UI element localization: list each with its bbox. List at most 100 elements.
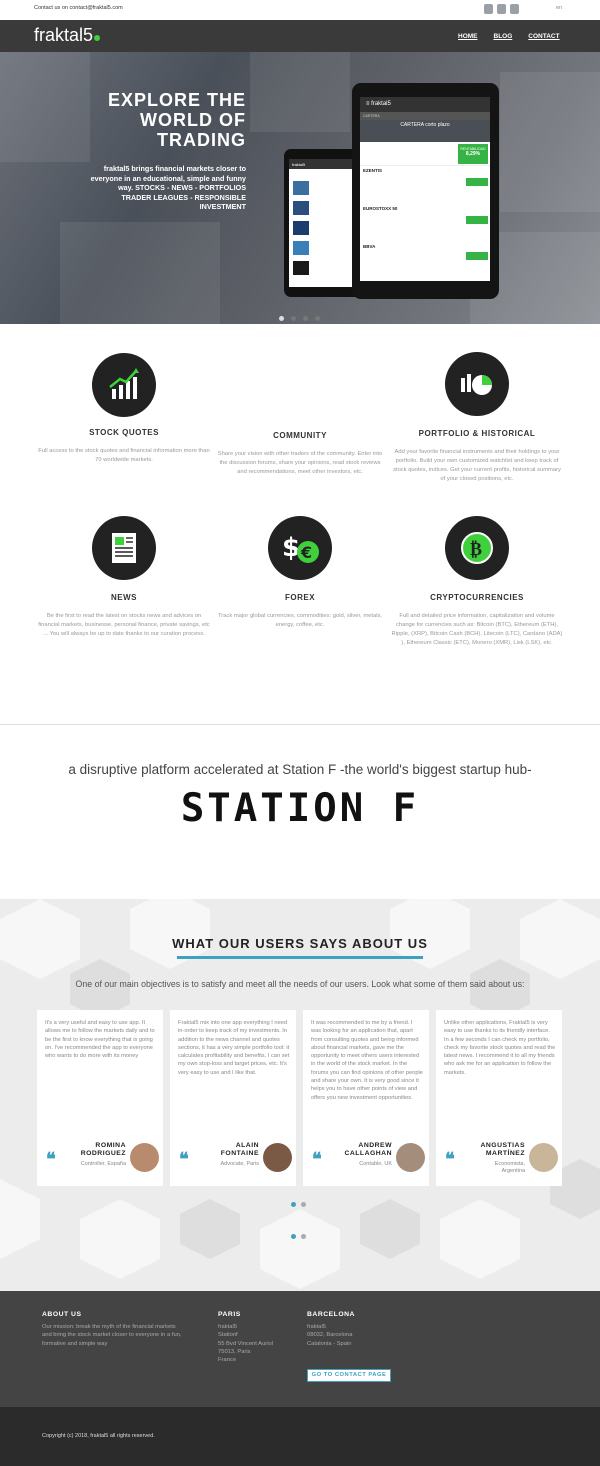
language-selector[interactable]: en bbox=[556, 5, 562, 11]
tablet-row: EUROSTOXX 50 bbox=[360, 204, 490, 242]
carousel-dot[interactable] bbox=[291, 1234, 296, 1239]
feature-text: Full and detailed price information, cap… bbox=[391, 613, 563, 646]
hero-bg-tile bbox=[60, 222, 220, 324]
feature-forex: $ € FOREX Track major global currencies, … bbox=[210, 516, 390, 630]
testimonial-text: Fraktal5 mix into one app everything I n… bbox=[178, 1020, 290, 1076]
copyright-bar: Copyright (c) 2018, fraktal5 all rights … bbox=[0, 1407, 600, 1466]
currency-dollar-euro-icon: $ € bbox=[268, 516, 332, 580]
tablet-portfolio-title: CARTERA corto plazo bbox=[360, 120, 490, 142]
testimonial-card: It was recommended to me by a friend. I … bbox=[303, 1010, 429, 1186]
social-links bbox=[484, 4, 519, 14]
feature-title: NEWS bbox=[111, 593, 137, 602]
site-footer: ABOUT US Our mission: break the myth of … bbox=[0, 1291, 600, 1407]
carousel-dot[interactable] bbox=[291, 1202, 296, 1207]
testimonial-location: Controller, España bbox=[80, 1161, 126, 1167]
feature-title: CRYPTOCURRENCIES bbox=[430, 593, 524, 602]
avatar bbox=[529, 1143, 558, 1172]
logo-dot-icon bbox=[94, 35, 101, 41]
tablet-tabs: CARTERA bbox=[360, 112, 490, 120]
footer-paris-address: fraktal5 Stationf 55 Bvd Vincent Auriol 750… bbox=[218, 1324, 273, 1364]
hero-description: fraktal5 brings financial markets closer… bbox=[90, 164, 246, 211]
testimonial-carousel-dots bbox=[291, 1202, 306, 1207]
testimonial-author: ANGUSTIAS MARTÍNEZ bbox=[480, 1142, 525, 1157]
newspaper-icon bbox=[92, 516, 156, 580]
top-contact-bar: Contact us on contact@fraktal5.com en bbox=[0, 0, 600, 20]
carousel-dot[interactable] bbox=[301, 1234, 306, 1239]
feature-text: Add your favorite financial instruments … bbox=[393, 449, 561, 482]
footer-barcelona-address: fraktal5 08032, Barcelona Catalonia - Spai… bbox=[307, 1324, 353, 1347]
community-icon bbox=[268, 352, 332, 416]
testimonials-section: WHAT OUR USERS SAYS ABOUT US One of our … bbox=[0, 899, 600, 1291]
carousel-dot[interactable] bbox=[315, 316, 320, 321]
feature-text: Track major global currencies, commoditi… bbox=[217, 613, 383, 628]
testimonial-location: Economista, Argentina bbox=[494, 1161, 525, 1174]
section-divider bbox=[0, 724, 600, 725]
feature-text: Share your vision with other traders of … bbox=[217, 451, 383, 475]
nav-blog-link[interactable]: BLOG bbox=[494, 33, 513, 40]
feature-stock-quotes: STOCK QUOTES Full access to the stock qu… bbox=[34, 353, 214, 465]
title-underline bbox=[177, 956, 423, 959]
feature-news: NEWS Be the first to read the latest on … bbox=[34, 516, 214, 639]
svg-text:$: $ bbox=[282, 533, 300, 563]
hero-bg-tile bbox=[500, 72, 600, 212]
feature-title: STOCK QUOTES bbox=[89, 428, 159, 437]
feature-community: COMMUNITY Share your vision with other t… bbox=[210, 352, 390, 477]
hero-carousel-dots bbox=[279, 316, 320, 321]
svg-text:₿: ₿ bbox=[470, 539, 482, 560]
footer-paris-title: PARIS bbox=[218, 1311, 241, 1318]
profit-badge: RENTABILIDAD 8,29% bbox=[458, 144, 488, 164]
hero-bg-tile bbox=[0, 52, 90, 162]
copyright-text: Copyright (c) 2018, fraktal5 all rights … bbox=[42, 1433, 155, 1439]
contact-email-text[interactable]: Contact us on contact@fraktal5.com bbox=[34, 5, 123, 11]
carousel-dot[interactable] bbox=[291, 316, 296, 321]
testimonial-card: It's a very useful and easy to use app. … bbox=[37, 1010, 163, 1186]
footer-about-text: Our mission: break the myth of the finan… bbox=[42, 1324, 182, 1347]
feature-text: Full access to the stock quotes and fina… bbox=[38, 448, 210, 463]
footer-barcelona-title: BARCELONA bbox=[307, 1311, 355, 1318]
hero-banner: EXPLORE THE WORLD OF TRADING fraktal5 br… bbox=[0, 52, 600, 324]
hero-title: EXPLORE THE WORLD OF TRADING bbox=[107, 90, 246, 150]
contact-page-button[interactable]: GO TO CONTACT PAGE bbox=[307, 1369, 391, 1382]
avatar bbox=[263, 1143, 292, 1172]
testimonials-intro: One of our main objectives is to satisfy… bbox=[75, 979, 525, 989]
feature-title: COMMUNITY bbox=[273, 431, 327, 440]
nav-contact-link[interactable]: CONTACT bbox=[528, 33, 559, 40]
main-navbar: fraktal5 HOME BLOG CONTACT bbox=[0, 20, 600, 52]
testimonial-text: It was recommended to me by a friend. I … bbox=[311, 1020, 423, 1101]
feature-portfolio-historical: PORTFOLIO & HISTORICAL Add your favorite… bbox=[387, 352, 567, 484]
carousel-dot[interactable] bbox=[301, 1202, 306, 1207]
testimonial-text: It's a very useful and easy to use app. … bbox=[45, 1020, 155, 1060]
testimonials-title: WHAT OUR USERS SAYS ABOUT US bbox=[172, 936, 428, 951]
testimonial-author: ROMINA RODRIGUEZ bbox=[80, 1142, 126, 1157]
feature-title: FOREX bbox=[284, 593, 316, 602]
station-f-tagline: a disruptive platform accelerated at Sta… bbox=[68, 762, 532, 777]
brand-logo[interactable]: fraktal5 bbox=[34, 25, 101, 46]
twitter-icon[interactable] bbox=[497, 4, 506, 14]
avatar bbox=[130, 1143, 159, 1172]
tablet-row: BBVA bbox=[360, 242, 490, 272]
mail-icon[interactable] bbox=[510, 4, 519, 14]
testimonial-text: Unlike other applications, Fraktal5 is v… bbox=[444, 1020, 556, 1076]
chart-growth-icon bbox=[92, 353, 156, 417]
feature-cryptocurrencies: ₿ CRYPTOCURRENCIES Full and detailed pri… bbox=[387, 516, 567, 648]
hero-bg-tile bbox=[250, 52, 350, 132]
avatar bbox=[396, 1143, 425, 1172]
tablet-mockup: ≡ fraktal5 CARTERA CARTERA corto plazo R… bbox=[352, 83, 499, 299]
nav-menu: HOME BLOG CONTACT bbox=[458, 33, 560, 40]
secondary-carousel-dots bbox=[291, 1234, 306, 1239]
feature-text: Be the first to read the latest on stock… bbox=[38, 613, 210, 637]
footer-about-title: ABOUT US bbox=[42, 1311, 82, 1318]
carousel-dot[interactable] bbox=[303, 316, 308, 321]
testimonial-author: ANDREW CALLAGHAN bbox=[344, 1142, 392, 1157]
nav-home-link[interactable]: HOME bbox=[458, 33, 478, 40]
testimonial-author: ALAIN FONTAINE bbox=[220, 1142, 259, 1157]
testimonial-card: Fraktal5 mix into one app everything I n… bbox=[170, 1010, 296, 1186]
testimonial-location: Contable, UK bbox=[359, 1161, 392, 1167]
station-f-logo: STATION F bbox=[180, 786, 420, 831]
testimonial-card: Unlike other applications, Fraktal5 is v… bbox=[436, 1010, 562, 1186]
tablet-row: EZENTIS bbox=[360, 166, 490, 204]
carousel-dot[interactable] bbox=[279, 316, 284, 321]
feature-title: PORTFOLIO & HISTORICAL bbox=[418, 429, 536, 438]
portfolio-pie-icon bbox=[445, 352, 509, 416]
facebook-icon[interactable] bbox=[484, 4, 493, 14]
